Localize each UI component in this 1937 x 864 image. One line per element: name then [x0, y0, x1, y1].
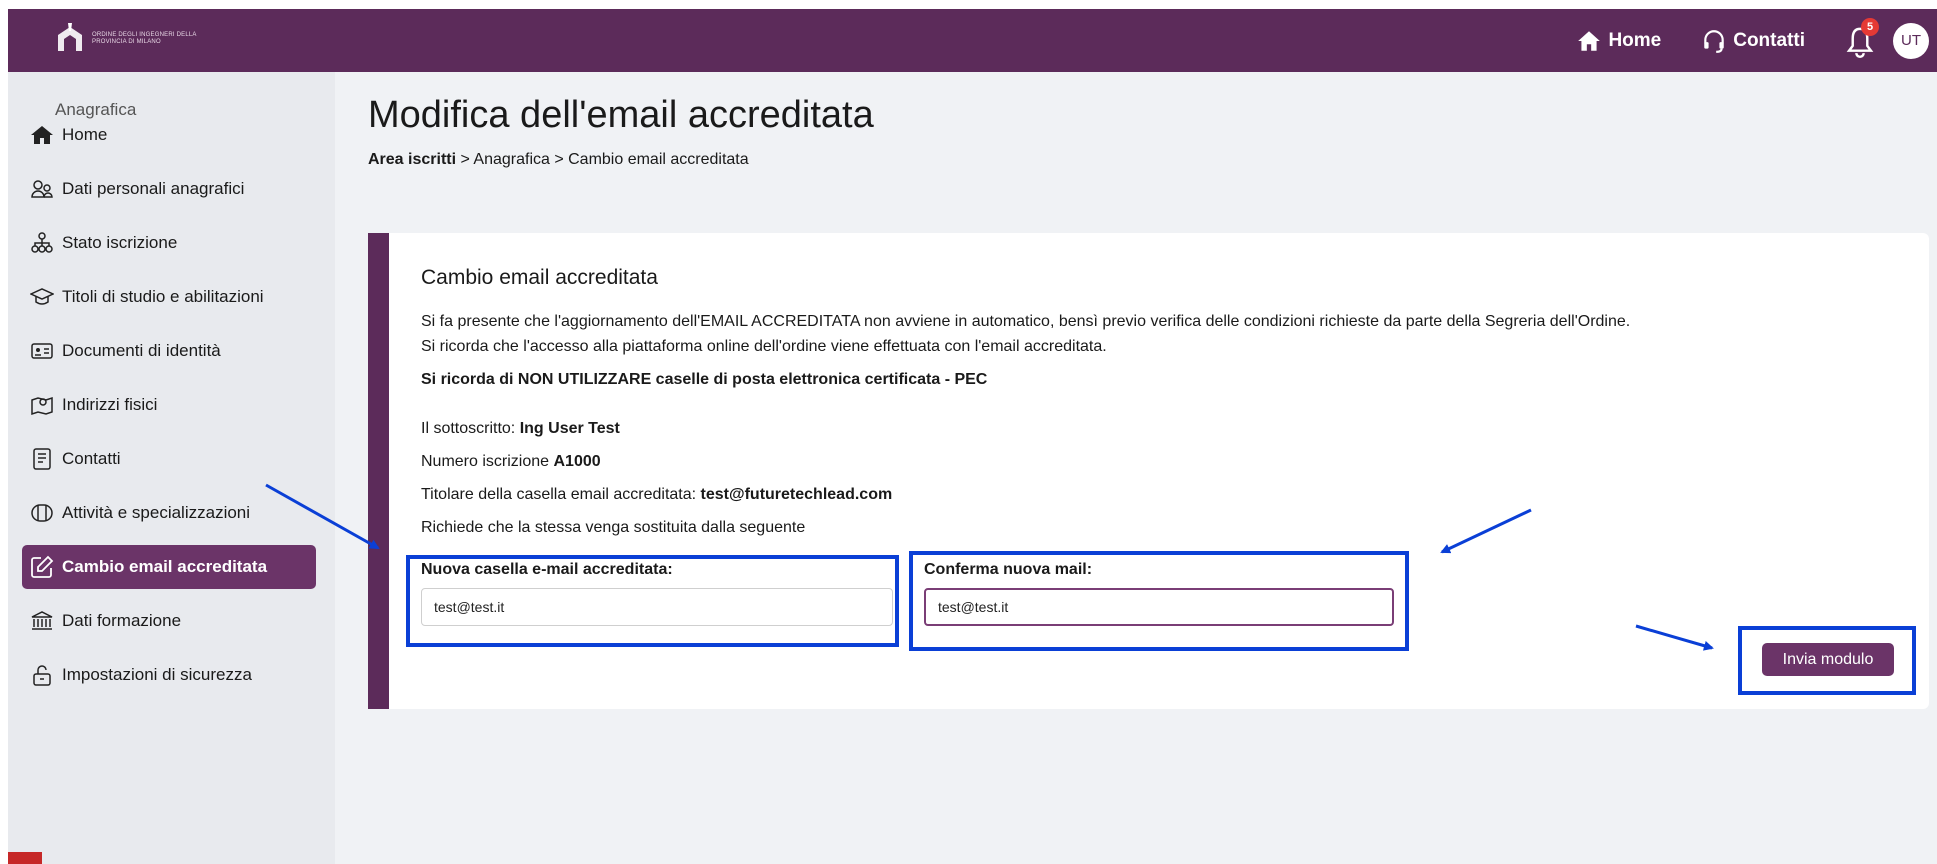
undersigned-line: Il sottoscritto: Ing User Test: [421, 420, 620, 438]
logo-text: Ordine degli Ingegneri della Provincia d…: [92, 32, 197, 45]
sidebar-item-training[interactable]: Dati formazione: [22, 599, 316, 643]
headset-icon: [1704, 29, 1724, 53]
info-note-1: Si fa presente che l'aggiornamento dell'…: [421, 313, 1631, 330]
sidebar-item-label: Attività e specializzazioni: [62, 503, 251, 522]
edit-icon: [31, 555, 54, 578]
house-icon: [1578, 30, 1601, 51]
sidebar-item-identity-documents[interactable]: Documenti di identità: [22, 329, 316, 373]
confirm-email-label: Conferma nuova mail:: [924, 561, 1093, 578]
confirm-email-input[interactable]: [924, 588, 1394, 626]
holder-value: test@futuretechlead.com: [700, 486, 893, 503]
sidebar-item-label: Impostazioni di sicurezza: [62, 665, 252, 684]
graduation-cap-icon: [30, 288, 54, 305]
sidebar-item-label: Titoli di studio e abilitazioni: [62, 287, 264, 306]
map-pin-icon: [31, 396, 53, 416]
sidebar-item-label: Cambio email accreditata: [62, 557, 268, 576]
breadcrumb-path: > Anagrafica > Cambio email accreditata: [456, 151, 749, 168]
logo[interactable]: Ordine degli Ingegneri della Provincia d…: [54, 21, 212, 57]
sidebar-item-security[interactable]: Impostazioni di sicurezza: [22, 653, 316, 697]
logo-mark-icon: [58, 23, 82, 51]
sidebar-item-label: Dati personali anagrafici: [62, 179, 245, 198]
card-title: Cambio email accreditata: [421, 266, 658, 289]
id-card-icon: [31, 343, 53, 359]
new-email-label: Nuova casella e-mail accreditata:: [421, 561, 673, 578]
sidebar-item-label: Contatti: [62, 449, 121, 468]
sidebar-item-contacts[interactable]: Contatti: [22, 437, 316, 481]
holder-line: Titolare della casella email accreditata…: [421, 486, 892, 504]
submit-form-button[interactable]: Invia modulo: [1762, 643, 1894, 676]
sidebar-item-activities[interactable]: Attività e specializzazioni: [22, 491, 316, 535]
sidebar-item-registration-status[interactable]: Stato iscrizione: [22, 221, 316, 265]
registration-label: Numero iscrizione: [421, 453, 554, 470]
page-title: Modifica dell'email accreditata: [368, 94, 874, 136]
org-chart-icon: [31, 232, 53, 253]
header-nav: Home Contatti 5 UT: [1576, 9, 1929, 72]
sidebar-item-label: Home: [62, 125, 108, 144]
request-text: Richiede che la stessa venga sostituita …: [421, 519, 806, 536]
sidebar-item-label: Documenti di identità: [62, 341, 221, 360]
registration-value: A1000: [553, 453, 601, 470]
pec-warning: Si ricorda di NON UTILIZZARE caselle di …: [421, 371, 988, 388]
undersigned-value: Ing User Test: [519, 420, 620, 437]
info-note-2: Si ricorda che l'accesso alla piattaform…: [421, 338, 1107, 355]
holder-label: Titolare della casella email accreditata…: [421, 486, 701, 503]
institution-icon: [31, 611, 53, 630]
sidebar-item-qualifications[interactable]: Titoli di studio e abilitazioni: [22, 275, 316, 319]
change-email-card: [389, 233, 1929, 709]
nav-home-link[interactable]: Home: [1576, 28, 1661, 54]
top-header: Ordine degli Ingegneri della Provincia d…: [8, 9, 1937, 72]
document-icon: [33, 448, 51, 470]
registration-line: Numero iscrizione A1000: [421, 453, 601, 471]
sidebar-item-label: Indirizzi fisici: [62, 395, 158, 414]
card-accent-stripe: [368, 233, 389, 709]
unlock-icon: [33, 665, 51, 686]
sidebar-item-addresses[interactable]: Indirizzi fisici: [22, 383, 316, 427]
briefcase-icon: [31, 504, 53, 522]
sidebar-item-change-email[interactable]: Cambio email accreditata: [22, 545, 316, 589]
sidebar-item-label: Dati formazione: [62, 611, 182, 630]
user-avatar[interactable]: UT: [1893, 22, 1929, 59]
breadcrumb: Area iscritti > Anagrafica > Cambio emai…: [368, 151, 749, 169]
users-icon: [31, 180, 53, 198]
breadcrumb-root-link[interactable]: Area iscritti: [368, 151, 456, 168]
corner-widget[interactable]: [8, 852, 42, 864]
new-email-input[interactable]: [421, 588, 893, 626]
nav-contacts-link[interactable]: Contatti: [1701, 28, 1805, 54]
sidebar: Anagrafica Home Dati personali anagrafic…: [8, 72, 335, 864]
notification-badge: 5: [1861, 17, 1879, 36]
nav-home-label: Home: [1608, 29, 1662, 51]
house-icon: [31, 126, 53, 144]
sidebar-item-home[interactable]: Home: [22, 113, 316, 157]
undersigned-label: Il sottoscritto:: [421, 420, 520, 437]
sidebar-item-label: Stato iscrizione: [62, 233, 178, 252]
notifications-button[interactable]: 5: [1845, 17, 1879, 58]
nav-contacts-label: Contatti: [1733, 29, 1805, 51]
sidebar-item-personal-data[interactable]: Dati personali anagrafici: [22, 167, 316, 211]
